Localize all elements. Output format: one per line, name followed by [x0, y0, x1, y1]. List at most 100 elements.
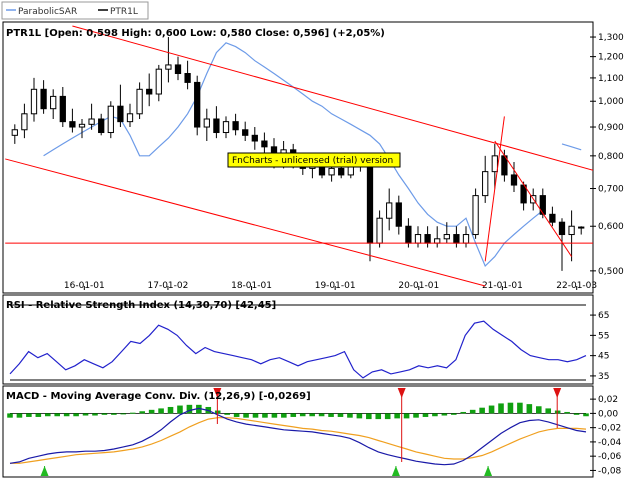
candle-body	[155, 68, 162, 95]
macd-histogram-bar	[26, 413, 32, 417]
candle-body	[491, 155, 498, 173]
macd-histogram-bar	[290, 413, 297, 417]
macd-histogram-bar	[441, 413, 448, 416]
candle	[472, 188, 479, 239]
macd-histogram-bar	[233, 413, 240, 417]
macd-histogram-bar	[35, 413, 42, 417]
candle-body	[434, 238, 441, 244]
macd-histogram-bar	[54, 413, 61, 417]
rsi-panel-title: RSI - Relative Strength Index (14,30,70)…	[6, 300, 276, 311]
macd-y-tick-label: -0,06	[598, 452, 622, 462]
candle-body	[194, 81, 201, 128]
y-tick-label: 0,700	[598, 185, 624, 195]
macd-histogram-bar	[82, 413, 89, 416]
candle-body	[568, 225, 575, 236]
candle-body	[549, 213, 556, 223]
x-tick-label: 21-01-01	[482, 281, 523, 291]
candle-body	[405, 225, 412, 244]
candle-body	[232, 121, 239, 131]
macd-panel-title: MACD - Moving Average Conv. Div. (12,26,…	[6, 391, 311, 402]
macd-histogram-bar	[186, 404, 193, 414]
candle-body	[184, 73, 191, 83]
candle-body	[88, 118, 95, 125]
y-tick-label: 0,600	[598, 222, 624, 232]
macd-histogram-bar	[167, 406, 174, 414]
x-tick-label: 17-01-02	[148, 281, 189, 291]
macd-histogram-bar	[564, 411, 570, 414]
candle-body	[213, 118, 220, 134]
macd-histogram-bar	[535, 406, 542, 414]
x-tick-label: 22-01-03	[556, 281, 597, 291]
candle-body	[414, 234, 422, 244]
macd-histogram-bar	[271, 413, 278, 418]
macd-histogram-bar	[262, 413, 268, 418]
candle-body	[107, 105, 114, 134]
y-tick-label: 1,000	[598, 97, 624, 107]
macd-histogram-bar	[479, 407, 485, 414]
candle-body	[251, 134, 258, 142]
macd-histogram-bar	[120, 413, 127, 415]
macd-y-tick-label: 0,00	[598, 409, 618, 419]
candle-body	[443, 234, 450, 240]
x-tick-label: 20-01-01	[398, 281, 439, 291]
macd-histogram-bar	[366, 413, 372, 420]
macd-histogram-bar	[309, 413, 315, 417]
rsi-y-tick-label: 45	[598, 352, 609, 362]
candle-body	[136, 88, 143, 115]
macd-histogram-bar	[451, 413, 457, 415]
macd-histogram-bar	[507, 402, 514, 414]
macd-histogram-bar	[92, 413, 98, 416]
macd-histogram-bar	[328, 413, 334, 417]
candle-body	[69, 121, 76, 128]
trial-watermark: FnCharts - unlicensed (trial) version	[227, 152, 401, 168]
candle-body	[30, 88, 38, 115]
macd-y-tick-label: -0,02	[598, 424, 621, 434]
macd-histogram-bar	[129, 412, 136, 414]
candle-body	[482, 171, 489, 197]
candle-body	[78, 123, 86, 128]
candle-body	[328, 167, 335, 176]
macd-histogram-bar	[384, 413, 391, 420]
candle	[194, 75, 201, 136]
candle-body	[203, 118, 210, 128]
y-tick-label: 1,100	[598, 74, 624, 84]
macd-histogram-bar	[517, 402, 523, 414]
macd-histogram-bar	[337, 413, 344, 417]
macd-histogram-bar	[488, 405, 495, 414]
candle-body	[462, 234, 470, 244]
trial-watermark-text: FnCharts - unlicensed (trial) version	[232, 156, 393, 166]
candle-body	[11, 129, 18, 136]
macd-histogram-bar	[394, 413, 400, 419]
macd-histogram-bar	[148, 409, 155, 414]
macd-histogram-bar	[111, 413, 117, 415]
macd-histogram-bar	[63, 413, 70, 417]
macd-histogram-bar	[139, 411, 145, 414]
macd-histogram-bar	[432, 413, 438, 417]
candle-body	[578, 226, 585, 229]
macd-histogram-bar	[281, 413, 287, 418]
candle-body	[472, 195, 479, 236]
macd-histogram-bar	[583, 413, 589, 417]
candle-body	[558, 221, 566, 236]
candle-body	[338, 167, 345, 176]
candle-body	[165, 64, 172, 70]
macd-histogram-bar	[318, 413, 325, 417]
candle-body	[453, 234, 460, 244]
macd-histogram-bar	[460, 411, 467, 414]
candle-body	[146, 88, 153, 95]
candle-body	[174, 64, 182, 75]
macd-histogram-bar	[101, 413, 108, 415]
x-tick-label: 18-01-01	[231, 281, 272, 291]
candle-body	[539, 195, 546, 215]
chart-canvas: ParabolicSAR PTR1L 16-01-01 17-01-02 18-01…	[0, 0, 640, 480]
macd-histogram-bar	[243, 413, 249, 418]
macd-histogram-bar	[16, 413, 23, 418]
rsi-y-tick-label: 35	[598, 372, 609, 382]
y-tick-label: 0,500	[598, 267, 624, 277]
legend-label-sar: ParabolicSAR	[18, 7, 77, 17]
macd-y-tick-label: 0,02	[598, 395, 618, 405]
candle	[107, 101, 114, 139]
macd-histogram-bar	[422, 413, 429, 417]
macd-histogram-bar	[469, 409, 476, 414]
candle-body	[21, 113, 28, 131]
